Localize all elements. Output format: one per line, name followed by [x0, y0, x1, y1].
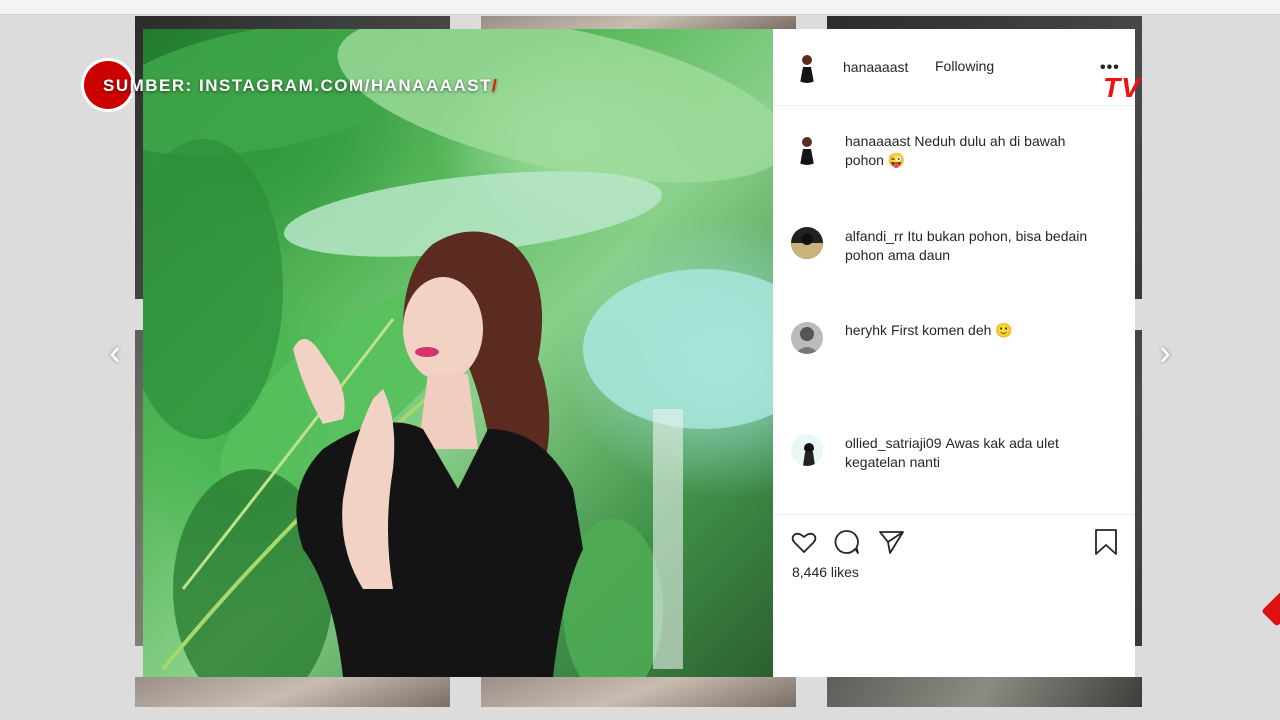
post-details-panel: hanaaaast Following ••• hanaaaast Neduh d…: [773, 29, 1135, 677]
following-button[interactable]: Following: [935, 58, 994, 74]
grid-photo-8[interactable]: [481, 677, 796, 707]
comment-username[interactable]: alfandi_rr: [845, 228, 903, 244]
avatar[interactable]: [791, 51, 823, 83]
comment-username[interactable]: ollied_satriaji09: [845, 435, 942, 451]
grid-photo-7[interactable]: [135, 677, 450, 707]
source-caption: SUMBER: INSTAGRAM.COM/HANAAAAST/: [103, 76, 498, 96]
share-icon[interactable]: [877, 528, 905, 556]
bookmark-icon[interactable]: [1092, 528, 1120, 556]
corner-decoration: [1261, 591, 1280, 627]
source-slash: /: [492, 76, 499, 95]
grid-photo-2[interactable]: [481, 16, 796, 30]
post-header: hanaaaast Following •••: [773, 29, 1135, 106]
next-post-arrow-icon[interactable]: ›: [1150, 336, 1180, 370]
source-label: SUMBER: INSTAGRAM.COM/HANAAAAST: [103, 76, 492, 95]
heart-icon[interactable]: [790, 528, 818, 556]
avatar[interactable]: [791, 133, 823, 165]
comment-username[interactable]: hanaaaast: [845, 133, 910, 149]
actions-divider: [773, 514, 1135, 515]
comment-username[interactable]: heryhk: [845, 322, 887, 338]
comment-text: First komen deh 🙂: [891, 322, 1013, 338]
comment-icon[interactable]: [833, 528, 861, 556]
avatar[interactable]: [791, 322, 823, 354]
comment-1: hanaaaast Neduh dulu ah di bawah pohon 😜: [845, 132, 1105, 170]
browser-top-bar: [0, 0, 1280, 15]
post-username[interactable]: hanaaaast: [843, 59, 908, 75]
tv-logo: TV: [1103, 72, 1141, 103]
likes-count[interactable]: 8,446 likes: [792, 564, 859, 580]
comment-4: ollied_satriaji09 Awas kak ada ulet kegat…: [845, 434, 1105, 472]
comment-3: heryhk First komen deh 🙂: [845, 321, 1105, 340]
avatar[interactable]: [791, 434, 823, 466]
avatar[interactable]: [791, 227, 823, 259]
post-photo: [143, 29, 773, 677]
grid-photo-9[interactable]: [827, 677, 1142, 707]
previous-post-arrow-icon[interactable]: ‹: [100, 336, 130, 370]
comment-2: alfandi_rr Itu bukan pohon, bisa bedain p…: [845, 227, 1105, 265]
